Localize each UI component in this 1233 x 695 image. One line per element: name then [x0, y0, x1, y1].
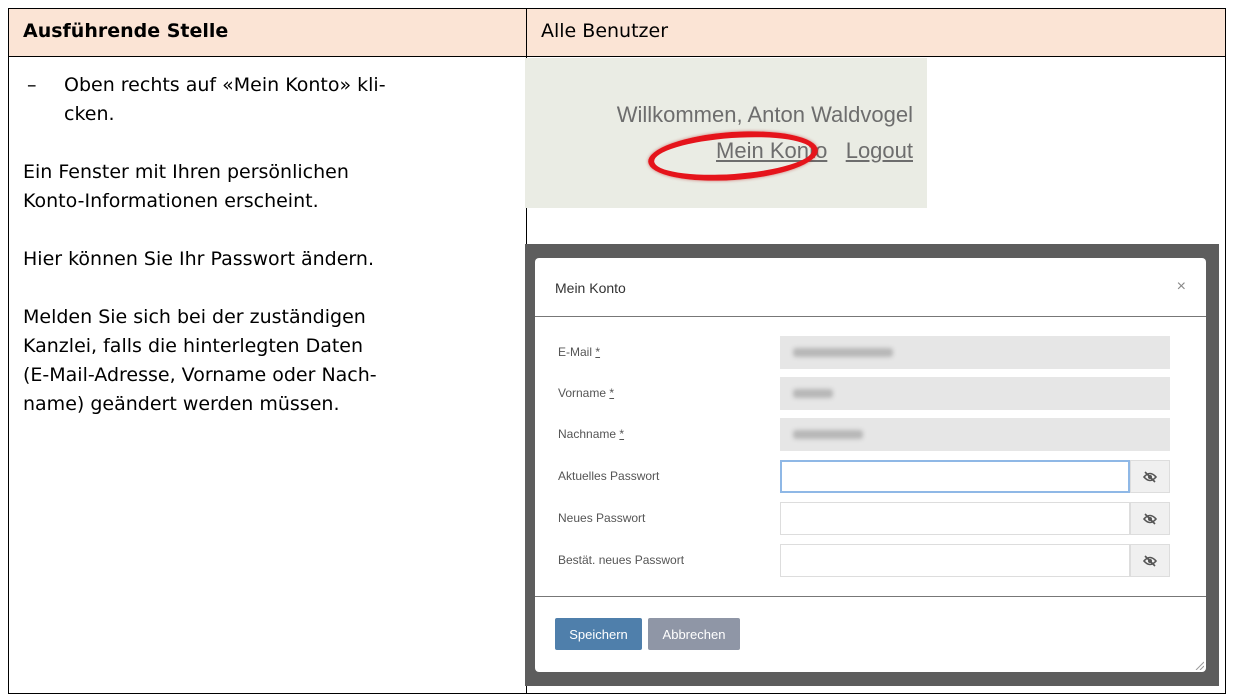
new-password-input[interactable]	[780, 502, 1130, 535]
resize-handle-icon[interactable]	[1194, 660, 1204, 670]
bullet-line-1: Oben rechts auf «Mein Konto» kli-	[64, 74, 386, 96]
current-password-label: Aktuelles Passwort	[558, 469, 660, 483]
close-icon[interactable]: ×	[1177, 278, 1186, 296]
confirm-password-label: Bestät. neues Passwort	[558, 553, 685, 567]
new-password-label: Neues Passwort	[558, 511, 646, 525]
login-screenshot: Willkommen, Anton Waldvogel Mein Konto L…	[525, 58, 927, 208]
firstname-field	[780, 377, 1170, 410]
toggle-visibility-button[interactable]	[1130, 502, 1170, 535]
modal-footer-divider	[535, 596, 1206, 597]
highlight-ellipse	[646, 126, 820, 186]
eye-slash-icon	[1143, 470, 1157, 483]
para1-line2: Konto-Informationen erscheint.	[23, 190, 319, 212]
current-password-input[interactable]	[780, 460, 1130, 493]
bullet-line-2: cken.	[64, 103, 115, 125]
paragraph-window: Ein Fenster mit Ihren persönlichen Konto…	[23, 158, 519, 216]
email-field	[780, 336, 1170, 369]
firstname-label: Vorname *	[558, 386, 615, 400]
toggle-visibility-button[interactable]	[1130, 544, 1170, 577]
email-label: E-Mail *	[558, 345, 601, 359]
paragraph-password: Hier können Sie Ihr Passwort ändern.	[23, 248, 374, 270]
eye-slash-icon	[1143, 512, 1157, 525]
eye-slash-icon	[1143, 554, 1157, 567]
header-all-users: Alle Benutzer	[541, 20, 669, 42]
blurred-value	[793, 348, 893, 357]
toggle-visibility-button[interactable]	[1130, 460, 1170, 493]
para3-line4: name) geändert werden müssen.	[23, 393, 340, 415]
header-executing-party: Ausführende Stelle	[23, 20, 229, 42]
para3-line2: Kanzlei, falls die hinterlegten Daten	[23, 335, 364, 357]
link-separator	[833, 138, 839, 163]
welcome-text: Willkommen, Anton Waldvogel	[616, 102, 913, 127]
modal-header-divider	[535, 316, 1206, 317]
lastname-label: Nachname *	[558, 427, 625, 441]
instruction-text: – Oben rechts auf «Mein Konto» kli- cken…	[23, 71, 519, 419]
confirm-password-input[interactable]	[780, 544, 1130, 577]
bullet-dash: –	[27, 74, 37, 96]
lastname-field	[780, 418, 1170, 451]
cancel-button[interactable]: Abbrechen	[648, 618, 740, 650]
para1-line1: Ein Fenster mit Ihren persönlichen	[23, 161, 349, 183]
blurred-value	[793, 430, 863, 439]
modal-title: Mein Konto	[555, 280, 626, 296]
para3-line1: Melden Sie sich bei der zuständigen	[23, 306, 366, 328]
logout-link[interactable]: Logout	[846, 138, 913, 163]
save-button[interactable]: Speichern	[555, 618, 642, 650]
account-modal: Mein Konto × E-Mail * Vorname * Nachname…	[535, 258, 1206, 672]
blurred-value	[793, 389, 833, 398]
paragraph-contact: Melden Sie sich bei der zuständigen Kanz…	[23, 303, 519, 419]
bullet-item: – Oben rechts auf «Mein Konto» kli- cken…	[23, 71, 519, 129]
para3-line3: (E-Mail-Adresse, Vorname oder Nach-	[23, 364, 377, 386]
